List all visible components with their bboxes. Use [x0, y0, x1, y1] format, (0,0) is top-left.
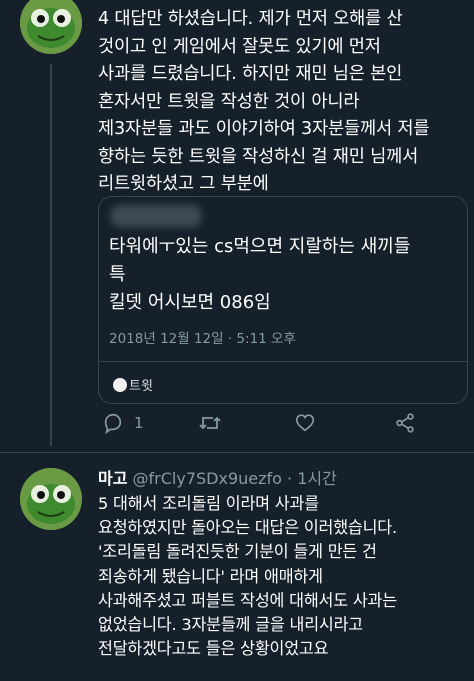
- reply-icon: [104, 413, 122, 434]
- quoted-tweet-text: 타워에ㅜ있는 cs먹으면 지랄하는 새끼들 특 킬뎃 어시보면 086임: [109, 236, 411, 313]
- reply-count: 1: [134, 414, 144, 432]
- divider: [99, 361, 467, 362]
- tweet-text: 4 대답만 하셨습니다. 제가 먼저 오해를 산 것이고 인 게임에서 잘못도 …: [98, 9, 430, 194]
- share-icon: [396, 413, 414, 433]
- quoted-tweet-label-text: 트윗: [129, 379, 153, 394]
- share-button[interactable]: [394, 412, 416, 434]
- author-handle-time: @frCly7SDx9uezfo · 1시간: [127, 469, 337, 488]
- avatar[interactable]: [20, 468, 82, 530]
- emoji-icon: [113, 377, 127, 392]
- tweet-text: 5 대해서 조리돌림 이라며 사과를 요청하였지만 돌아오는 대답은 이러했습니…: [98, 494, 397, 659]
- quoted-tweet-card[interactable]: 타워에ㅜ있는 cs먹으면 지랄하는 새끼들 특 킬뎃 어시보면 086임 201…: [98, 196, 468, 404]
- quoted-tweet-label[interactable]: 트윗: [113, 375, 153, 394]
- tweet-actions: 1: [98, 412, 428, 442]
- heart-icon: [295, 414, 315, 432]
- retweet-button[interactable]: [198, 412, 222, 434]
- avatar[interactable]: [20, 0, 82, 54]
- thread-connector-line: [50, 64, 52, 446]
- like-button[interactable]: [294, 412, 316, 434]
- quoted-tweet-timestamp: 2018년 12월 12일 · 5:11 오후: [109, 331, 296, 347]
- tweet-separator: [0, 452, 474, 453]
- blurred-author: [111, 205, 201, 227]
- retweet-icon: [199, 416, 221, 430]
- tweet-header: 마고 @frCly7SDx9uezfo · 1시간: [98, 465, 337, 489]
- author-name[interactable]: 마고: [98, 469, 127, 488]
- frog-avatar-icon: [20, 468, 82, 530]
- reply-button[interactable]: 1: [102, 412, 144, 434]
- frog-avatar-icon: [20, 0, 82, 54]
